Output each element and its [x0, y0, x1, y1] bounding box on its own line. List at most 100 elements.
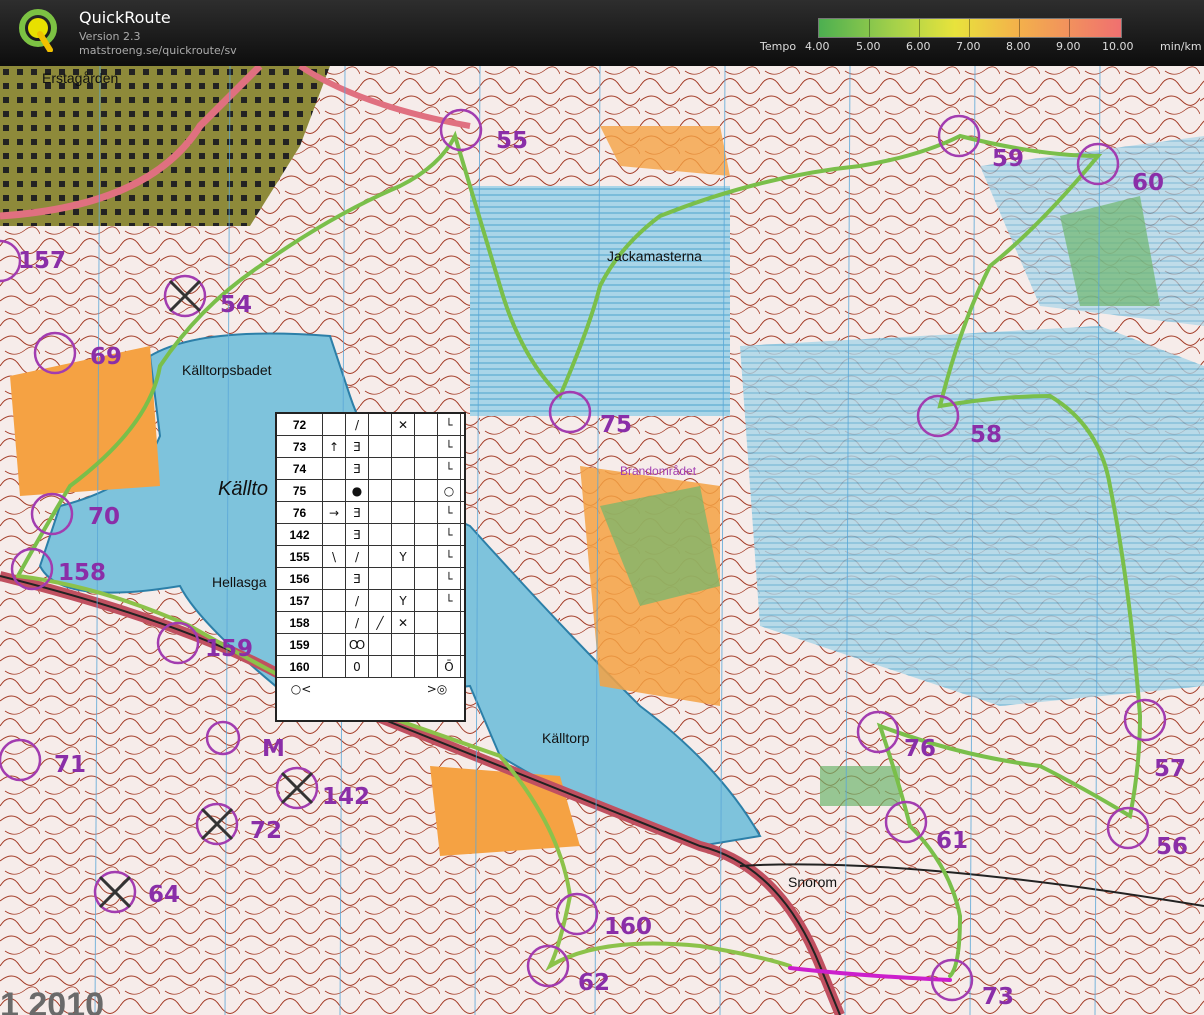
description-symbol [438, 612, 461, 634]
description-symbol: Y [392, 546, 415, 568]
app-header: QuickRoute Version 2.3 matstroeng.se/qui… [0, 0, 1204, 66]
description-symbol [323, 414, 346, 436]
control-number: 76 [904, 736, 937, 762]
description-symbol: Ǝ [346, 458, 369, 480]
app-url[interactable]: matstroeng.se/quickroute/sv [79, 44, 237, 57]
description-symbol: Ǝ [346, 436, 369, 458]
description-symbol [369, 502, 392, 524]
control-description-sheet: 72/✕ └ 73 ↑ Ǝ └ 74 Ǝ └ 75 ● ○ 76 → Ǝ └ 142 Ǝ └ 155 \ / Y └ 156 Ǝ └… [275, 412, 466, 722]
description-row: 159 Ꝏ [277, 634, 464, 656]
description-symbol [415, 458, 438, 480]
description-symbol [392, 524, 415, 546]
description-code: 73 [277, 436, 323, 458]
description-footer-finish: >◎ [426, 682, 448, 696]
description-symbol [369, 480, 392, 502]
description-symbol: Ō [438, 656, 461, 678]
pace-value: 6.00 [906, 40, 931, 53]
control-number: 69 [90, 344, 123, 370]
description-symbol [392, 502, 415, 524]
pace-legend-label: Tempo [760, 40, 797, 53]
description-symbol: Ǝ [346, 524, 369, 546]
description-footer-start: ○< [290, 682, 312, 696]
place-name: M [262, 736, 285, 762]
description-symbol: Y [392, 590, 415, 612]
map-graphics [0, 66, 1204, 1015]
place-name: Källtorpsbadet [182, 362, 272, 378]
app-title: QuickRoute [79, 8, 171, 27]
description-symbol: └ [438, 568, 461, 590]
place-name: Snorom [788, 874, 838, 890]
description-symbol: / [346, 612, 369, 634]
description-code: 76 [277, 502, 323, 524]
description-footer: ○< >◎ [277, 678, 464, 700]
description-symbol [415, 436, 438, 458]
description-row: 156 Ǝ └ [277, 568, 464, 590]
description-symbol: └ [438, 458, 461, 480]
place-name: Hellasga [212, 574, 267, 590]
control-number: 72 [250, 818, 283, 844]
description-symbol [415, 568, 438, 590]
description-symbol [392, 480, 415, 502]
pace-value: 10.00 [1102, 40, 1134, 53]
control-number: 55 [496, 128, 529, 154]
description-symbol: ✕ [392, 414, 415, 436]
control-number: 158 [58, 560, 107, 586]
description-symbol: ✕ [392, 612, 415, 634]
description-symbol [415, 612, 438, 634]
description-symbol [369, 656, 392, 678]
control-number: 157 [18, 248, 67, 274]
control-number: 71 [54, 752, 87, 778]
description-symbol [323, 524, 346, 546]
description-code: 160 [277, 656, 323, 678]
control-number: 57 [1154, 756, 1187, 782]
description-symbol: Ǝ [346, 568, 369, 590]
description-symbol: └ [438, 546, 461, 568]
description-code: 142 [277, 524, 323, 546]
map-year: 1 2010 [0, 986, 104, 1015]
description-symbol: └ [438, 436, 461, 458]
place-name: Jackamasterna [607, 248, 702, 264]
description-symbol: Ꝏ [346, 634, 369, 656]
place-name: Brandområdet [620, 464, 697, 478]
description-symbol [415, 414, 438, 436]
pace-value: 5.00 [856, 40, 881, 53]
pace-unit: min/km [1160, 40, 1202, 53]
pace-value: 9.00 [1056, 40, 1081, 53]
description-code: 157 [277, 590, 323, 612]
control-number: 58 [970, 422, 1003, 448]
description-symbol [392, 656, 415, 678]
marsh-area [470, 186, 730, 416]
description-code: 155 [277, 546, 323, 568]
control-number: 60 [1132, 170, 1165, 196]
description-code: 158 [277, 612, 323, 634]
description-row: 155 \ / Y └ [277, 546, 464, 568]
description-symbol [438, 634, 461, 656]
description-symbol [323, 590, 346, 612]
description-row: 72 / ✕ └ [277, 414, 464, 436]
place-name: Källto [218, 478, 269, 500]
description-symbol: ○ [438, 480, 461, 502]
description-symbol [415, 480, 438, 502]
description-row: 157 / Y └ [277, 590, 464, 612]
pace-value: 4.00 [805, 40, 830, 53]
description-row: 73 ↑ Ǝ └ [277, 436, 464, 458]
description-code: 159 [277, 634, 323, 656]
description-symbol [369, 590, 392, 612]
control-number: 59 [992, 146, 1025, 172]
description-symbol: / [346, 590, 369, 612]
description-symbol: → [323, 502, 346, 524]
vegetation [820, 766, 900, 806]
description-symbol [369, 436, 392, 458]
description-row: 142 Ǝ └ [277, 524, 464, 546]
description-symbol: └ [438, 502, 461, 524]
description-symbol: └ [438, 414, 461, 436]
orienteering-map[interactable]: Erstagården Källtorpsbadet Källto Hellas… [0, 66, 1204, 1015]
control-number: 70 [88, 504, 121, 530]
description-symbol [392, 568, 415, 590]
description-code: 156 [277, 568, 323, 590]
pace-value: 7.00 [956, 40, 981, 53]
description-row: 75 ● ○ [277, 480, 464, 502]
control-number: 73 [982, 984, 1015, 1010]
description-symbol [415, 590, 438, 612]
description-code: 72 [277, 414, 323, 436]
